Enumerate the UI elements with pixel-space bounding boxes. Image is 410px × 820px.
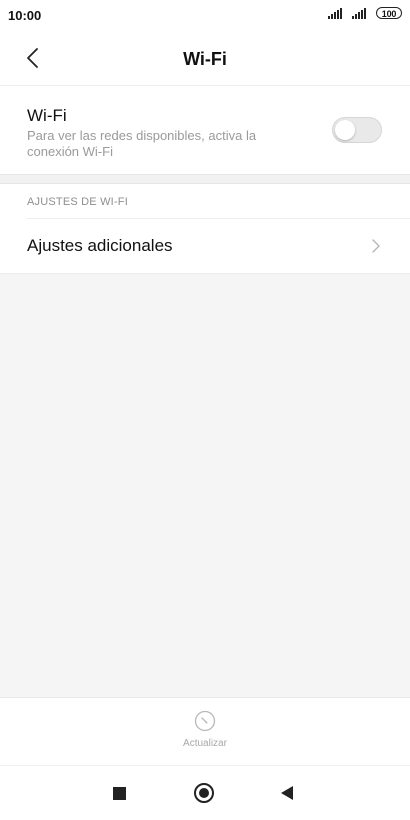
status-icons: 100 (328, 7, 402, 19)
toggle-knob (335, 120, 355, 140)
status-time: 10:00 (8, 8, 42, 23)
signal-icon (328, 8, 342, 19)
square-icon[interactable] (113, 787, 126, 800)
wifi-toggle[interactable] (332, 117, 382, 143)
section-header: AJUSTES DE WI-FI (27, 196, 128, 208)
list-item-ajustes-adicionales[interactable]: Ajustes adicionales (0, 219, 410, 273)
refresh-button[interactable]: Actualizar (155, 710, 255, 756)
refresh-icon (194, 710, 216, 732)
bottom-action-bar: Actualizar (0, 697, 410, 765)
status-bar: 10:00 100 (0, 0, 410, 30)
app-header: Wi-Fi (0, 30, 410, 86)
battery-level: 100 (381, 9, 397, 19)
wifi-title: Wi-Fi (27, 106, 67, 125)
home-dot (199, 788, 209, 798)
wifi-toggle-row[interactable]: Wi-Fi Para ver las redes disponibles, ac… (0, 86, 410, 174)
refresh-label: Actualizar (183, 738, 227, 749)
triangle-back-icon[interactable] (281, 786, 293, 800)
battery-icon: 100 (376, 7, 402, 19)
section-gap (0, 174, 410, 184)
signal-icon (352, 8, 366, 19)
chevron-right-icon (372, 239, 380, 253)
page-title: Wi-Fi (183, 49, 227, 69)
circle-icon[interactable] (194, 783, 214, 803)
wifi-description: Para ver las redes disponibles, activa l… (27, 128, 257, 159)
list-item-label: Ajustes adicionales (27, 236, 173, 255)
wifi-settings-section: AJUSTES DE WI-FI Ajustes adicionales (0, 184, 410, 274)
navigation-bar (0, 765, 410, 820)
